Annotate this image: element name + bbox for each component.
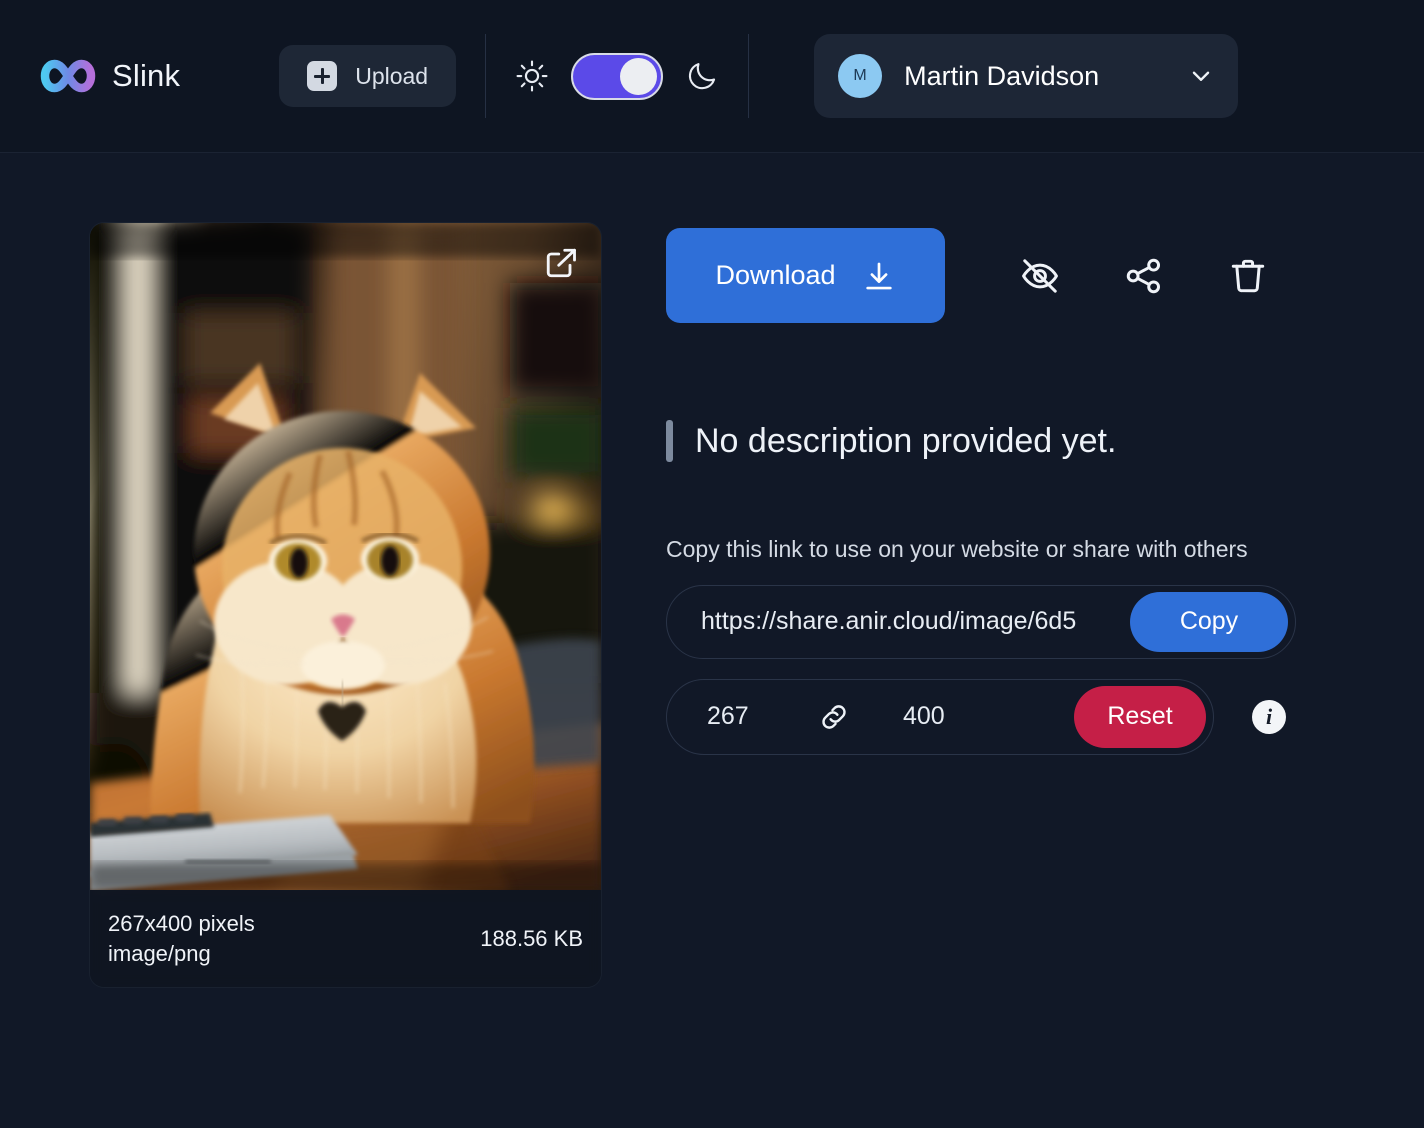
cat-photo [90, 223, 601, 890]
description-text: No description provided yet. [695, 422, 1117, 460]
header-divider-right [748, 34, 750, 118]
upload-button-label: Upload [355, 62, 429, 89]
infinity-logo-icon [40, 59, 96, 93]
upload-button[interactable]: Upload [279, 45, 457, 107]
copy-link-hint: Copy this link to use on your website or… [666, 535, 1248, 562]
reset-button[interactable]: Reset [1074, 685, 1206, 748]
width-input[interactable]: 267 [667, 702, 817, 731]
image-actions-row: Download [666, 228, 1326, 323]
app-header: Slink Upload M Martin Davidson [0, 0, 1424, 153]
moon-icon[interactable] [685, 59, 719, 93]
download-button-label: Download [715, 260, 836, 290]
image-metadata-bar: 267x400 pixels image/png 188.56 KB [90, 890, 601, 987]
height-input[interactable]: 400 [851, 702, 1074, 731]
chevron-down-icon[interactable] [1188, 63, 1214, 89]
brand: Slink [40, 58, 180, 94]
theme-toggle[interactable] [571, 52, 664, 100]
resize-controls: 267 400 Reset [666, 678, 1214, 755]
image-details-panel: Download No description provided yet. Co… [666, 223, 1326, 987]
plus-square-icon [307, 61, 338, 91]
image-mime-type: image/png [108, 940, 211, 966]
sun-icon[interactable] [515, 59, 549, 93]
user-name: Martin Davidson [904, 60, 1100, 91]
chain-link-icon[interactable] [817, 700, 851, 734]
download-button[interactable]: Download [666, 228, 945, 323]
delete-button[interactable] [1215, 243, 1281, 309]
share-button[interactable] [1111, 243, 1177, 309]
info-icon[interactable]: i [1252, 699, 1286, 734]
eye-off-icon [1022, 258, 1058, 293]
image-dimensions-label: 267x400 pixels [108, 910, 255, 936]
copy-link-button[interactable]: Copy [1130, 591, 1288, 652]
download-icon [865, 262, 892, 289]
open-full-image-button[interactable] [543, 245, 579, 281]
external-link-icon [546, 248, 576, 278]
trash-icon [1231, 259, 1265, 292]
hide-button[interactable] [1007, 243, 1073, 309]
image-file-size: 188.56 KB [480, 925, 583, 951]
image-metadata-left: 267x400 pixels image/png [108, 909, 255, 968]
header-divider-left [485, 34, 487, 118]
user-menu[interactable]: M Martin Davidson [814, 34, 1239, 118]
resize-row: 267 400 Reset i [666, 678, 1326, 755]
share-link-row: https://share.anir.cloud/image/6d5 Copy [666, 584, 1296, 659]
theme-toggle-knob [620, 57, 658, 95]
share-link-input[interactable]: https://share.anir.cloud/image/6d5 [701, 607, 1130, 636]
share-icon [1126, 258, 1161, 293]
main-content: 267x400 pixels image/png 188.56 KB Downl… [0, 153, 1424, 987]
avatar: M [838, 54, 883, 98]
brand-name: Slink [112, 58, 181, 93]
image-preview[interactable] [90, 223, 601, 890]
description-block: No description provided yet. [666, 420, 1326, 462]
description-accent-bar [666, 420, 673, 462]
theme-switcher [515, 52, 719, 100]
image-preview-card: 267x400 pixels image/png 188.56 KB [90, 223, 601, 987]
